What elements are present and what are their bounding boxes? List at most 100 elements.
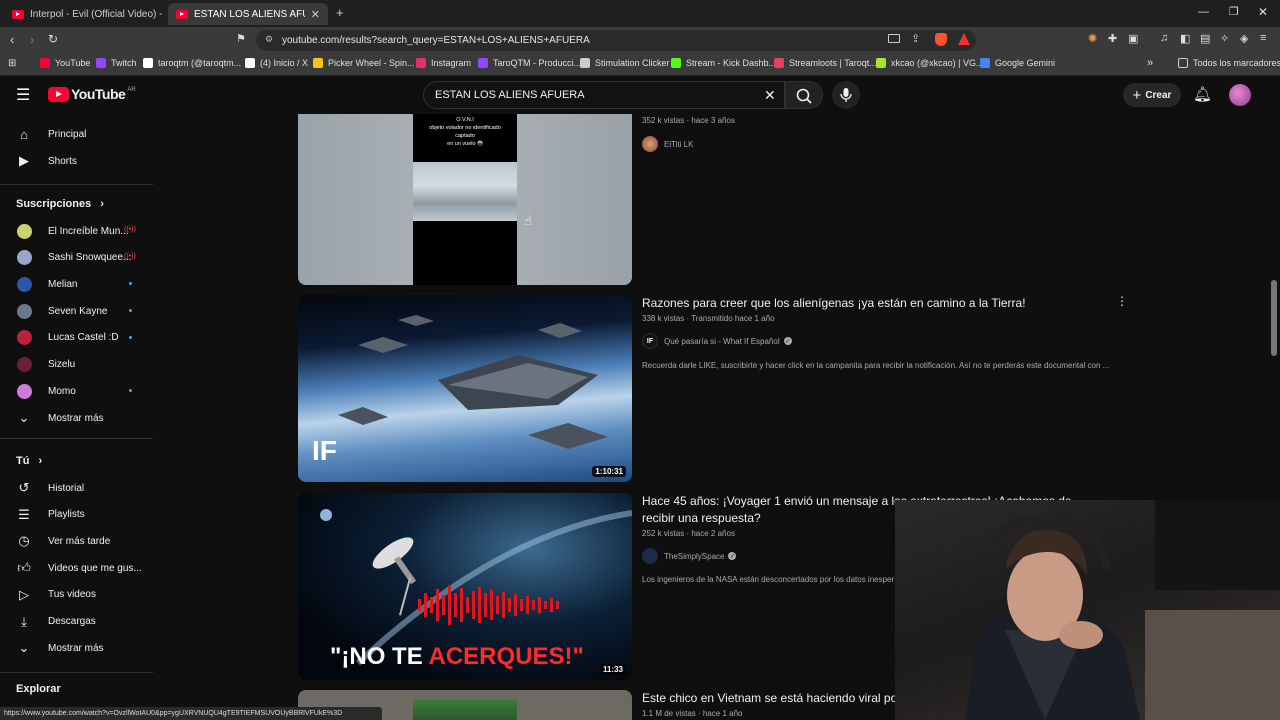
clear-search-icon[interactable]: ✕ <box>764 87 776 104</box>
sidebar-item-history[interactable]: ↺ Historial <box>0 475 153 501</box>
all-bookmarks-folder[interactable]: Todos los marcadores <box>1178 58 1280 68</box>
leo-ai-icon[interactable]: ✧ <box>1220 32 1229 45</box>
site-settings-icon[interactable]: ⚙ <box>265 34 273 45</box>
subscription-channel[interactable]: Sashi Snowquee... ((•)) <box>0 245 153 271</box>
channel-link[interactable]: TheSimplySpace ✓ <box>642 548 737 564</box>
cast-icon[interactable] <box>888 34 900 43</box>
back-icon[interactable]: ‹ <box>10 32 14 47</box>
notifications-bell-icon[interactable]: 🔔︎ <box>1193 85 1212 103</box>
subscription-channel[interactable]: Seven Kayne <box>0 298 153 324</box>
sidebar-item-chevron-down[interactable]: ⌄ Mostrar más <box>0 635 153 661</box>
vpn-icon[interactable]: ◈ <box>1240 32 1248 45</box>
more-bookmarks-icon[interactable]: » <box>1147 57 1153 69</box>
apps-grid-icon[interactable]: ⊞ <box>8 58 16 69</box>
subscription-channel[interactable]: Lucas Castel :D <box>0 325 153 351</box>
mouse-cursor-icon: ☝ <box>524 213 532 228</box>
subscription-channel[interactable]: El Increíble Mun... ((•)) <box>0 218 153 244</box>
url-field[interactable]: ⚙ youtube.com/results?search_query=ESTAN… <box>256 30 976 51</box>
subscription-channel[interactable]: Sizelu <box>0 352 153 378</box>
bookmark-item[interactable]: Twitch <box>96 58 137 68</box>
close-window-icon[interactable]: ✕ <box>1258 5 1268 19</box>
bookmark-item[interactable]: (4) Inicio / X <box>245 58 308 68</box>
extension-icon[interactable]: ✺ <box>1088 32 1097 45</box>
logo-text: YouTube <box>71 86 126 102</box>
more-actions-icon[interactable]: ⋮ <box>1116 294 1128 308</box>
region-code: AR <box>127 86 136 93</box>
sidebar-item-thumbs-up[interactable]: 👍︎ Videos que me gus... <box>0 555 153 581</box>
channel-avatar <box>16 383 32 399</box>
voice-search-button[interactable] <box>832 81 860 109</box>
wallet2-icon[interactable]: ▤ <box>1200 32 1210 45</box>
reload-icon[interactable]: ↻ <box>48 32 58 46</box>
sidebar-item-label: Mostrar más <box>48 642 104 654</box>
channel-avatar <box>642 136 658 152</box>
close-tab-icon[interactable]: ✕ <box>305 8 320 21</box>
new-tab-icon[interactable]: + <box>336 5 344 20</box>
bookmark-favicon-icon <box>671 58 681 68</box>
sidebar-divider <box>0 438 153 439</box>
sidebar-item-principal[interactable]: ⌂ Principal <box>0 121 153 147</box>
bookmark-item[interactable]: taroqtm (@taroqtm... <box>143 58 241 68</box>
video-title-link[interactable]: Razones para creer que los alienígenas ¡… <box>642 295 1026 312</box>
sidebar-item-video[interactable]: ▷ Tus videos <box>0 582 153 608</box>
sidebar-item-label: Seven Kayne <box>48 305 108 317</box>
plus-icon: + <box>1132 86 1142 104</box>
sidebar-item-playlists[interactable]: ☰ Playlists <box>0 502 153 528</box>
share-icon[interactable]: ⇪ <box>911 32 920 45</box>
puzzle-extensions-icon[interactable]: ✚ <box>1108 32 1117 45</box>
bookmark-item[interactable]: Picker Wheel - Spin... <box>313 58 415 68</box>
video-title-link[interactable]: Este chico en Vietnam se está haciendo v… <box>642 690 897 707</box>
live-icon: ((•)) <box>124 252 136 260</box>
video-thumbnail[interactable]: IF 1:10:31 <box>298 295 632 482</box>
create-button[interactable]: + Crear <box>1123 83 1181 107</box>
sidebar-item-clock[interactable]: ◷ Ver más tarde <box>0 528 153 554</box>
bookmark-item[interactable]: YouTube <box>40 58 90 68</box>
bookmark-item[interactable]: Stream - Kick Dashb... <box>671 58 776 68</box>
youtube-logo[interactable]: YouTube AR <box>48 86 136 102</box>
browser-tab-bar: Interpol - Evil (Official Video) - YouTu… <box>0 0 1280 27</box>
chevron-down-icon: ⌄ <box>18 640 30 656</box>
page-scrollbar[interactable] <box>1271 280 1277 356</box>
tab-interpol[interactable]: Interpol - Evil (Official Video) - YouTu <box>4 3 164 25</box>
sidebar-item-download[interactable]: ⤓ Descargas <box>0 609 153 635</box>
explore-header[interactable]: Explorar <box>16 683 61 695</box>
menu-icon[interactable]: ≡ <box>1260 32 1266 44</box>
sidebar-item-shorts[interactable]: ▶ Shorts <box>0 148 153 174</box>
media-icon[interactable]: ♫ <box>1160 32 1168 44</box>
forward-icon[interactable]: › <box>30 32 34 47</box>
sidebar-toggle-icon[interactable]: ◧ <box>1180 32 1190 45</box>
sidebar-item-label: Sashi Snowquee... <box>48 252 132 264</box>
bookmark-item[interactable]: Stimulation Clicker <box>580 58 670 68</box>
wallet-icon[interactable]: ▣ <box>1128 32 1138 45</box>
subscription-channel[interactable]: Momo <box>0 378 153 404</box>
video-thumbnail[interactable]: "¡NO TE ACERQUES!" 11:33 <box>298 493 632 680</box>
bookmark-item[interactable]: TaroQTM - Producci... <box>478 58 581 68</box>
bookmark-page-icon[interactable]: ⚑ <box>236 32 246 45</box>
sidebar-divider <box>0 184 153 185</box>
tab-search-results[interactable]: ESTAN LOS ALIENS AFUERA - Yo ✕ <box>168 3 328 25</box>
bookmark-label: YouTube <box>55 58 91 68</box>
subscriptions-header[interactable]: Suscripciones › <box>16 198 104 210</box>
video-thumbnail[interactable]: O.V.N.I objeto volador no identificado c… <box>298 114 632 285</box>
search-input[interactable]: ESTAN LOS ALIENS AFUERA ✕ <box>423 81 785 109</box>
bookmark-item[interactable]: Google Gemini <box>980 58 1055 68</box>
you-header[interactable]: Tú › <box>16 455 42 467</box>
channel-link[interactable]: ElTiti LK <box>642 136 694 152</box>
show-more-subscriptions[interactable]: ⌄ Mostrar más <box>0 405 153 431</box>
maximize-icon[interactable]: ❐ <box>1229 5 1239 18</box>
bookmark-label: Instagram <box>431 58 472 68</box>
search-button[interactable] <box>785 81 823 109</box>
subscription-channel[interactable]: Melian <box>0 271 153 297</box>
channel-avatar <box>642 548 658 564</box>
brave-shields-icon[interactable] <box>935 33 947 46</box>
channel-link[interactable]: IF Qué pasaría si - What If Español ✓ <box>642 333 792 349</box>
channel-name: ElTiti LK <box>664 139 694 149</box>
thumb-text-line: objeto volador no identificado <box>429 125 501 131</box>
bookmark-item[interactable]: xkcao (@xkcao) | VG... <box>876 58 984 68</box>
account-avatar[interactable] <box>1229 84 1251 106</box>
bookmark-item[interactable]: Streamloots | Taroqt... <box>774 58 877 68</box>
minimize-icon[interactable]: — <box>1198 6 1209 18</box>
bookmark-item[interactable]: Instagram <box>416 58 471 68</box>
guide-menu-icon[interactable]: ☰ <box>16 85 30 105</box>
channel-avatar <box>16 303 32 319</box>
